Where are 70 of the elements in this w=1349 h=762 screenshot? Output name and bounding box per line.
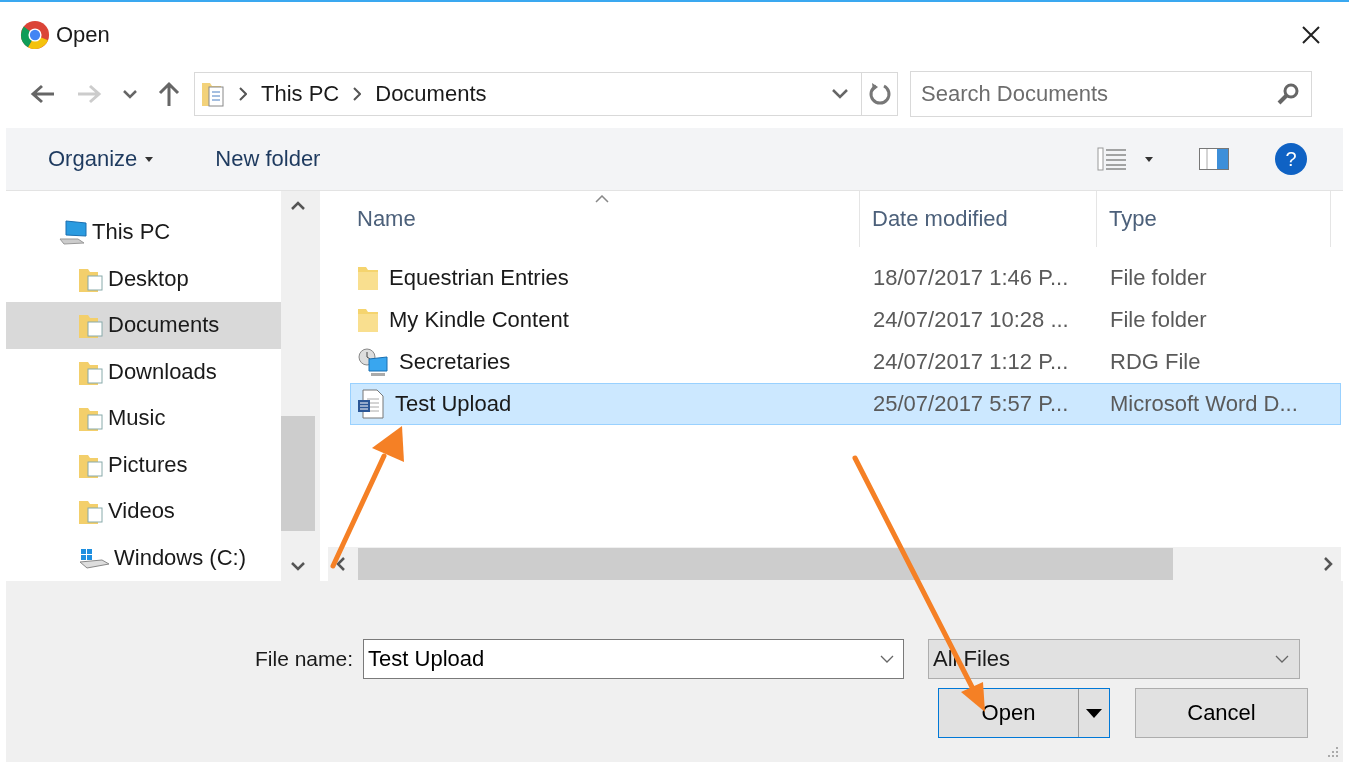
sort-caret-icon <box>595 195 609 203</box>
sidebar-item[interactable]: Pictures <box>6 441 282 488</box>
horizontal-scrollbar[interactable] <box>328 547 1341 581</box>
chevron-right-icon <box>353 87 362 101</box>
column-header[interactable]: Date modified <box>860 191 1097 247</box>
remote-desktop-icon <box>357 347 389 377</box>
resize-grip-icon[interactable] <box>1327 746 1339 758</box>
scroll-left-icon[interactable] <box>336 556 346 572</box>
browser-logo-icon <box>20 20 50 50</box>
scroll-down-icon[interactable] <box>290 561 307 571</box>
documents-folder-icon <box>201 80 225 108</box>
scroll-up-icon[interactable] <box>290 201 307 211</box>
folder-icon <box>357 265 379 291</box>
breadcrumb-item[interactable]: Documents <box>375 81 487 107</box>
type-cell: File folder <box>1110 307 1207 332</box>
computer-icon <box>58 219 88 246</box>
up-arrow-icon[interactable] <box>158 81 180 107</box>
caret-icon <box>145 156 154 162</box>
sidebar-item[interactable]: Documents <box>6 302 282 349</box>
chevron-down-icon[interactable] <box>880 655 895 663</box>
breadcrumb-item[interactable]: This PC <box>261 81 340 107</box>
sidebar-item[interactable]: This PC <box>6 209 282 256</box>
column-header[interactable]: Name <box>320 191 860 247</box>
window-title: Open <box>56 22 110 48</box>
sidebar-item[interactable]: Music <box>6 395 282 442</box>
file-row[interactable]: My Kindle Content 24/07/2017 10:28 ... File folder <box>350 299 1341 341</box>
caret-icon[interactable] <box>1145 156 1153 162</box>
close-icon[interactable] <box>1301 25 1321 45</box>
chevron-down-icon[interactable] <box>831 88 849 100</box>
preview-pane-icon[interactable] <box>1199 148 1229 170</box>
search-field[interactable]: Search Documents <box>910 71 1312 117</box>
sidebar-item[interactable]: Desktop <box>6 255 282 302</box>
file-name: Secretaries <box>399 349 511 375</box>
word-document-icon <box>357 389 385 419</box>
type-cell: RDG File <box>1110 349 1201 374</box>
file-name: Equestrian Entries <box>389 265 569 291</box>
sidebar-item[interactable]: Downloads <box>6 348 282 395</box>
sidebar-item[interactable]: Videos <box>6 488 282 535</box>
date-cell: 18/07/2017 1:46 P... <box>873 265 1069 290</box>
scroll-right-icon[interactable] <box>1323 556 1333 572</box>
column-header[interactable]: Type <box>1097 191 1331 247</box>
address-bar[interactable]: This PC Documents <box>194 72 862 116</box>
folder-icon <box>357 307 379 333</box>
file-name: Test Upload <box>395 391 512 417</box>
refresh-button[interactable] <box>862 72 898 116</box>
chevron-down-icon[interactable] <box>122 89 138 99</box>
file-name: My Kindle Content <box>389 307 569 333</box>
file-row[interactable]: Secretaries 24/07/2017 1:12 P... RDG File <box>350 341 1341 383</box>
date-cell: 25/07/2017 5:57 P... <box>873 391 1069 416</box>
chevron-down-icon <box>1275 655 1290 663</box>
file-row[interactable]: Test Upload 25/07/2017 5:57 P... Microsoft Word D... <box>350 383 1341 425</box>
search-icon <box>1276 82 1300 106</box>
type-cell: Microsoft Word D... <box>1110 391 1298 416</box>
date-cell: 24/07/2017 10:28 ... <box>873 307 1069 332</box>
date-cell: 24/07/2017 1:12 P... <box>873 349 1069 374</box>
scrollbar-thumb[interactable] <box>358 548 1173 580</box>
file-name-field[interactable]: Test Upload <box>363 639 905 679</box>
refresh-icon <box>867 82 892 106</box>
sidebar-item[interactable]: Windows (C:) <box>6 534 282 581</box>
type-cell: File folder <box>1110 265 1207 290</box>
new-folder-button[interactable]: New folder <box>209 142 327 176</box>
chevron-right-icon <box>239 87 247 101</box>
organize-button[interactable]: Organize <box>42 142 160 176</box>
caret-icon <box>1086 708 1102 718</box>
file-row[interactable]: Equestrian Entries 18/07/2017 1:46 P... File folder <box>350 257 1341 299</box>
scrollbar-thumb[interactable] <box>281 416 315 531</box>
back-arrow-icon[interactable] <box>30 84 56 104</box>
file-name-label: File name: <box>255 647 354 671</box>
help-button[interactable]: ? <box>1275 143 1307 175</box>
cancel-button[interactable]: Cancel <box>1135 688 1308 738</box>
